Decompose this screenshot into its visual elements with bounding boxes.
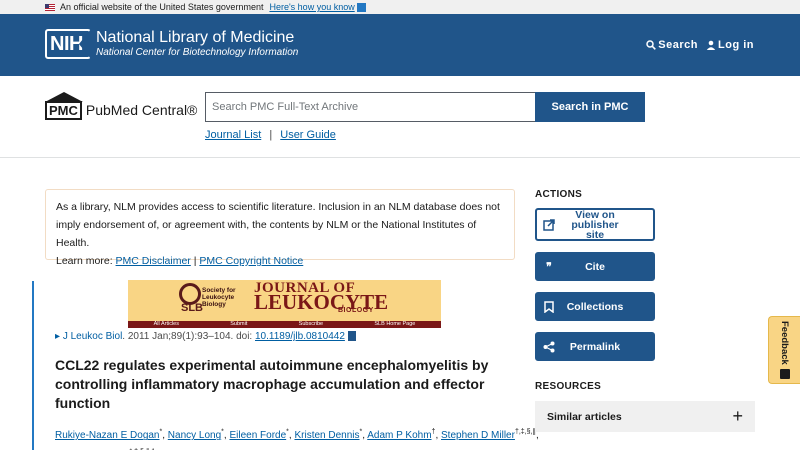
banner-nav-item[interactable]: Subscribe: [299, 321, 323, 328]
permalink-label: Permalink: [569, 340, 621, 353]
ncbi-subtitle: National Center for Biotechnology Inform…: [96, 47, 299, 58]
author-name-link[interactable]: Kristen Dennis: [294, 430, 359, 441]
pmc-header: PMC PubMed Central® Search in PMC Journa…: [0, 76, 800, 158]
society-line: Society for: [202, 287, 236, 294]
external-link-icon: [543, 218, 555, 231]
slb-mark: SLB: [181, 302, 203, 314]
author: Kristen Dennis*,: [294, 429, 368, 442]
search-in-pmc-button[interactable]: Search in PMC: [535, 92, 645, 122]
bookmark-icon: [544, 300, 554, 313]
collections-label: Collections: [566, 300, 624, 313]
author-name-link[interactable]: Eileen Forde: [229, 430, 286, 441]
author: Eileen Forde*,: [229, 429, 295, 442]
view-publisher-label: View on publisher site: [571, 208, 619, 241]
cite-label: Cite: [585, 260, 605, 273]
pmc-copyright-link[interactable]: PMC Copyright Notice: [199, 255, 303, 267]
author: Nancy Long*,: [167, 429, 230, 442]
external-link-icon[interactable]: [347, 331, 356, 342]
login-label: Log in: [718, 39, 754, 51]
society-line: Leukocyte: [202, 294, 235, 301]
author: Adam P Kohm†,: [367, 429, 442, 442]
cite-button[interactable]: ❞ Cite: [535, 252, 655, 281]
article-citation: ▸ J Leukoc Biol. 2011 Jan;89(1):93–104. …: [55, 331, 356, 342]
similar-articles-accordion[interactable]: Similar articles +: [535, 401, 755, 432]
author-affiliation-sup: †,‡,§,∥: [514, 429, 536, 436]
citation-text: . 2011 Jan;89(1):93–104. doi:: [122, 331, 255, 342]
share-icon: [543, 341, 555, 352]
article-title: CCL22 regulates experimental autoimmune …: [55, 357, 489, 411]
feedback-icon: [779, 368, 790, 379]
pmc-disclaimer-link[interactable]: PMC Disclaimer: [116, 255, 191, 267]
banner-nav-item[interactable]: SLB Home Page: [374, 321, 415, 328]
author-list: Rukiye-Nazan E Dogan*, Nancy Long*, Eile…: [55, 425, 539, 450]
nih-logo-mark: NIH: [45, 29, 91, 59]
user-guide-link[interactable]: User Guide: [280, 129, 336, 141]
doi-link[interactable]: 10.1189/jlb.0810442: [255, 331, 345, 342]
author: Rukiye-Nazan E Dogan*,: [55, 429, 168, 442]
chevron-down-icon[interactable]: [356, 2, 366, 12]
view-publisher-button[interactable]: View on publisher site: [535, 208, 655, 241]
feedback-label: Feedback: [779, 321, 790, 365]
article-rule: [32, 281, 34, 450]
search-icon: [646, 40, 657, 50]
actions-heading: ACTIONS: [535, 189, 583, 200]
pmc-logo[interactable]: PMC PubMed Central®: [45, 92, 197, 120]
author: Stephen D Miller†,‡,§,∥,: [441, 429, 539, 442]
quote-icon: ❞: [546, 260, 552, 273]
pmc-logo-name: PubMed Central®: [85, 102, 198, 118]
journal-banner[interactable]: Society for Leukocyte Biology SLB JOURNA…: [128, 280, 441, 328]
resources-heading: RESOURCES: [535, 381, 602, 392]
login-button[interactable]: Log in: [706, 39, 754, 51]
disclaimer-separator: |: [193, 255, 197, 267]
similar-articles-label: Similar articles: [547, 410, 622, 423]
feedback-tab[interactable]: Feedback: [768, 316, 800, 384]
header-search-button[interactable]: Search: [646, 39, 698, 51]
author-name-link[interactable]: Stephen D Miller: [441, 430, 515, 441]
journal-name: J Leukoc Biol: [62, 331, 123, 342]
heres-how-you-know-link[interactable]: Here's how you know: [269, 2, 354, 12]
journal-title-line3: BIOLOGY: [338, 307, 374, 314]
learn-more-label: Learn more:: [56, 255, 113, 267]
banner-nav-item[interactable]: Submit: [230, 321, 247, 328]
link-separator: |: [269, 129, 273, 141]
nlm-logo[interactable]: NIH National Library of Medicine Nationa…: [45, 29, 298, 59]
plus-icon: +: [732, 406, 743, 426]
nlm-disclaimer: As a library, NLM provides access to sci…: [45, 189, 515, 267]
society-name: Society for Leukocyte Biology: [202, 287, 236, 308]
journal-banner-nav: All Articles Submit Subscribe SLB Home P…: [128, 321, 441, 328]
society-line: Biology: [202, 301, 226, 308]
user-icon: [706, 40, 716, 50]
journal-dropdown[interactable]: ▸ J Leukoc Biol: [55, 331, 122, 342]
author-name-link[interactable]: Rukiye-Nazan E Dogan: [55, 430, 160, 441]
pmc-nav-links: Journal List | User Guide: [205, 129, 336, 141]
nlm-title: National Library of Medicine: [96, 29, 295, 46]
header-search-label: Search: [658, 39, 698, 51]
collections-button[interactable]: Collections: [535, 292, 655, 321]
journal-list-link[interactable]: Journal List: [205, 129, 261, 141]
pmc-logo-box: PMC: [45, 101, 82, 120]
gov-banner-text: An official website of the United States…: [60, 2, 264, 12]
author-name-link[interactable]: Nancy Long: [168, 430, 221, 441]
permalink-button[interactable]: Permalink: [535, 332, 655, 361]
banner-nav-item[interactable]: All Articles: [154, 321, 179, 328]
gov-banner: An official website of the United States…: [0, 0, 800, 14]
nih-header: NIH National Library of Medicine Nationa…: [0, 14, 800, 76]
author-name-link[interactable]: Adam P Kohm: [367, 430, 431, 441]
us-flag-icon: [45, 3, 55, 11]
pmc-roof-icon: [45, 92, 83, 102]
disclaimer-text: As a library, NLM provides access to sci…: [56, 201, 500, 249]
pmc-search-input[interactable]: [205, 92, 536, 122]
